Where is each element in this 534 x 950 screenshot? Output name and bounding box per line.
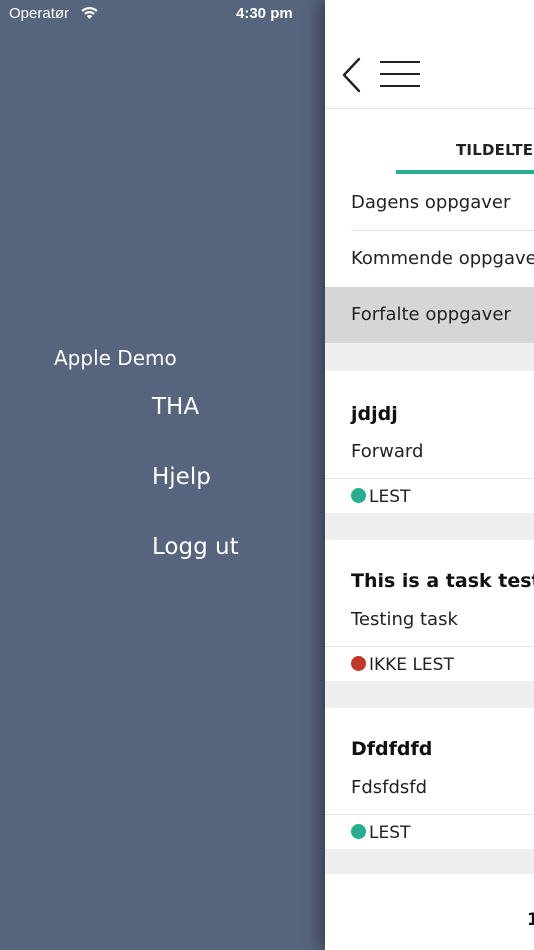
status-dot-icon	[351, 656, 366, 671]
task-title: Dfdfdfd	[351, 738, 433, 760]
status-dot-icon	[351, 824, 366, 839]
menu-item-tha[interactable]: THA	[152, 394, 199, 420]
task-subtitle: Forward	[351, 441, 424, 462]
task-status: LEST	[351, 487, 410, 507]
hamburger-menu-icon[interactable]	[380, 60, 420, 90]
wifi-icon	[81, 6, 98, 19]
clock: 4:30 pm	[236, 5, 293, 22]
section-spacer	[325, 681, 534, 708]
section-spacer	[325, 343, 534, 371]
nav-divider	[325, 108, 534, 109]
status-label: IKKE LEST	[369, 655, 454, 675]
filter-dagens-oppgaver[interactable]: Dagens oppgaver	[325, 175, 534, 231]
card-divider	[325, 814, 534, 815]
tab-tildelte[interactable]: TILDELTE	[456, 141, 533, 159]
filter-kommende-oppgaver[interactable]: Kommende oppgaver	[325, 231, 534, 287]
status-label: LEST	[369, 823, 411, 843]
status-dot-icon	[351, 488, 366, 503]
task-title: This is a task test	[351, 570, 534, 592]
card-divider	[325, 478, 534, 479]
task-subtitle: Fdsfdsfd	[351, 777, 428, 798]
task-status: LEST	[351, 823, 410, 843]
task-subtitle: Testing task	[351, 609, 458, 630]
status-label: LEST	[369, 487, 411, 507]
task-title: jdjdj	[351, 403, 398, 425]
main-panel: TILDELTE Dagens oppgaver Kommende oppgav…	[325, 0, 534, 950]
filter-forfalte-oppgaver[interactable]: Forfalte oppgaver	[325, 287, 534, 343]
carrier-label: Operatør	[9, 5, 70, 22]
menu-item-hjelp[interactable]: Hjelp	[152, 464, 211, 490]
card-divider	[325, 646, 534, 647]
page-number: 1	[527, 910, 534, 930]
back-chevron-icon[interactable]	[341, 56, 363, 94]
task-status: IKKE LEST	[351, 655, 454, 675]
section-spacer	[325, 513, 534, 540]
menu-user-name: Apple Demo	[54, 346, 177, 370]
menu-item-logg-ut[interactable]: Logg ut	[152, 534, 239, 560]
tab-active-indicator	[396, 170, 534, 174]
section-spacer	[325, 849, 534, 874]
